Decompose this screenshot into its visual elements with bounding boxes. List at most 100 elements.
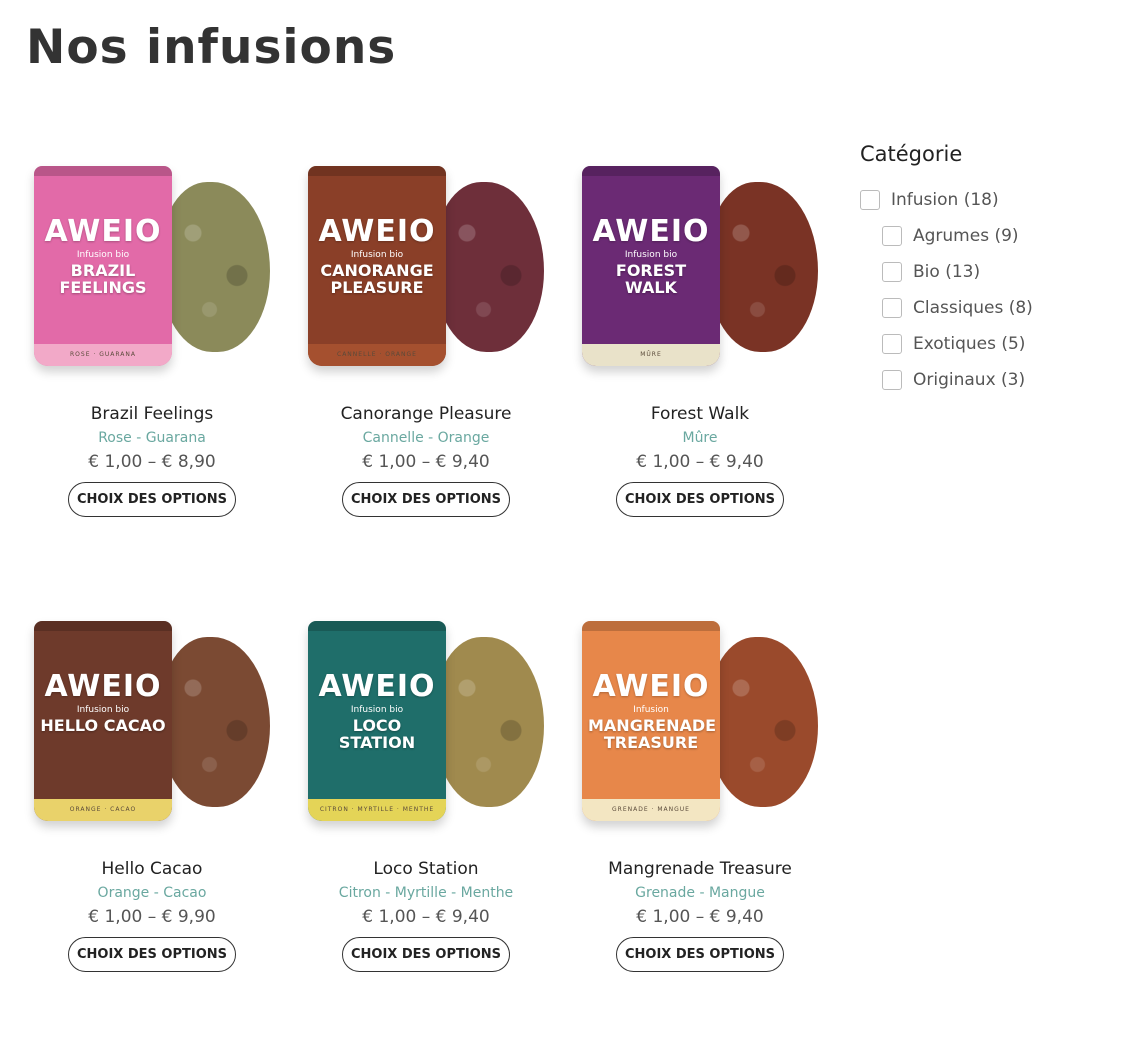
product-card[interactable]: AWEIO Infusion bio Hello CACAO ORANGE · … [22,621,282,972]
choose-options-button[interactable]: CHOIX DES OPTIONS [616,937,784,972]
pouch-seal [308,621,446,631]
pouch-band: GRENADE · MANGUE [582,799,720,821]
checkbox[interactable] [882,298,902,318]
product-pouch: AWEIO Infusion bio BRAZIL FEELINGS ROSE … [34,166,172,366]
pouch-brand: AWEIO [592,214,710,249]
product-pouch: AWEIO Infusion bio Hello CACAO ORANGE · … [34,621,172,821]
category-item-exotiques[interactable]: Exotiques (5) [860,326,1100,362]
pouch-seal [34,166,172,176]
pouch-subtitle: Infusion bio [350,705,404,715]
tea-leaves-image [160,182,270,352]
category-label[interactable]: Agrumes (9) [913,226,1019,246]
product-tags: Mûre [682,430,718,446]
pouch-label: LOCO STATION [338,716,416,752]
product-pouch: AWEIO Infusion bio FOREST WALK MÛRE [582,166,720,366]
product-name[interactable]: Brazil Feelings [22,404,282,424]
product-pouch: AWEIO Infusion bio LOCO STATION CITRON ·… [308,621,446,821]
pouch-brand: AWEIO [44,214,162,249]
choose-options-button[interactable]: CHOIX DES OPTIONS [68,482,236,517]
pouch-label: MANGRENADE TREASURE [588,716,717,752]
pouch-subtitle: Infusion bio [350,250,404,260]
pouch-brand: AWEIO [592,669,710,704]
category-filter: Catégorie Infusion (18) Agrumes (9) Bio … [860,142,1100,398]
product-pouch: AWEIO Infusion bio canorange PLEASURE CA… [308,166,446,366]
pouch-band: MÛRE [582,344,720,366]
category-label[interactable]: Infusion (18) [891,190,999,210]
category-label[interactable]: Bio (13) [913,262,980,282]
pouch-subtitle: Infusion bio [76,705,130,715]
pouch-band: CITRON · MYRTILLE · MENTHE [308,799,446,821]
product-name[interactable]: Loco Station [296,859,556,879]
checkbox[interactable] [882,226,902,246]
pouch-subtitle: Infusion bio [76,250,130,260]
tea-leaves-image [434,637,544,807]
product-price: € 1,00 – € 9,40 [362,452,490,472]
category-item-bio[interactable]: Bio (13) [860,254,1100,290]
pouch-label: FOREST WALK [615,261,687,297]
choose-options-button[interactable]: CHOIX DES OPTIONS [616,482,784,517]
pouch-seal [308,166,446,176]
product-price: € 1,00 – € 9,40 [636,452,764,472]
pouch-band: CANNELLE · ORANGE [308,344,446,366]
product-tags: Orange - Cacao [97,885,207,901]
product-tags: Cannelle - Orange [362,430,490,446]
category-item-originaux[interactable]: Originaux (3) [860,362,1100,398]
checkbox[interactable] [882,262,902,282]
pouch-brand: AWEIO [318,669,436,704]
pouch-brand: AWEIO [44,669,162,704]
product-image[interactable]: AWEIO Infusion bio BRAZIL FEELINGS ROSE … [34,166,270,382]
pouch-label: Hello CACAO [40,716,166,735]
pouch-brand: AWEIO [318,214,436,249]
product-name[interactable]: Mangrenade Treasure [570,859,830,879]
product-image[interactable]: AWEIO Infusion bio FOREST WALK MÛRE [582,166,818,382]
choose-options-button[interactable]: CHOIX DES OPTIONS [342,482,510,517]
category-list: Infusion (18) Agrumes (9) Bio (13) Class… [860,182,1100,398]
checkbox[interactable] [882,334,902,354]
category-item-agrumes[interactable]: Agrumes (9) [860,218,1100,254]
product-name[interactable]: Canorange Pleasure [296,404,556,424]
tea-leaves-image [708,637,818,807]
pouch-seal [34,621,172,631]
choose-options-button[interactable]: CHOIX DES OPTIONS [68,937,236,972]
tea-leaves-image [434,182,544,352]
pouch-band: ROSE · GUARANA [34,344,172,366]
pouch-label: BRAZIL FEELINGS [59,261,147,297]
product-price: € 1,00 – € 8,90 [88,452,216,472]
product-card[interactable]: AWEIO Infusion bio canorange PLEASURE CA… [296,166,556,517]
product-price: € 1,00 – € 9,90 [88,907,216,927]
page-title: Nos infusions [26,20,397,75]
product-price: € 1,00 – € 9,40 [636,907,764,927]
product-price: € 1,00 – € 9,40 [362,907,490,927]
product-image[interactable]: AWEIO Infusion bio Hello CACAO ORANGE · … [34,621,270,837]
category-item-infusion[interactable]: Infusion (18) [860,182,1100,218]
product-image[interactable]: AWEIO Infusion bio LOCO STATION CITRON ·… [308,621,544,837]
category-label[interactable]: Classiques (8) [913,298,1033,318]
product-card[interactable]: AWEIO Infusion bio BRAZIL FEELINGS ROSE … [22,166,282,517]
product-card[interactable]: AWEIO Infusion bio LOCO STATION CITRON ·… [296,621,556,972]
pouch-band: ORANGE · CACAO [34,799,172,821]
checkbox[interactable] [860,190,880,210]
product-name[interactable]: Hello Cacao [22,859,282,879]
category-label[interactable]: Exotiques (5) [913,334,1025,354]
product-card[interactable]: AWEIO Infusion MANGRENADE TREASURE GRENA… [570,621,830,972]
product-tags: Rose - Guarana [98,430,206,446]
tea-leaves-image [708,182,818,352]
product-image[interactable]: AWEIO Infusion MANGRENADE TREASURE GRENA… [582,621,818,837]
product-image[interactable]: AWEIO Infusion bio canorange PLEASURE CA… [308,166,544,382]
pouch-label: canorange PLEASURE [320,261,434,297]
product-tags: Grenade - Mangue [635,885,765,901]
checkbox[interactable] [882,370,902,390]
pouch-subtitle: Infusion [633,705,669,715]
choose-options-button[interactable]: CHOIX DES OPTIONS [342,937,510,972]
tea-leaves-image [160,637,270,807]
pouch-subtitle: Infusion bio [624,250,678,260]
product-pouch: AWEIO Infusion MANGRENADE TREASURE GRENA… [582,621,720,821]
product-tags: Citron - Myrtille - Menthe [338,885,514,901]
pouch-seal [582,166,720,176]
category-label[interactable]: Originaux (3) [913,370,1025,390]
category-filter-title: Catégorie [860,142,963,166]
pouch-seal [582,621,720,631]
category-item-classiques[interactable]: Classiques (8) [860,290,1100,326]
product-card[interactable]: AWEIO Infusion bio FOREST WALK MÛRE Fore… [570,166,830,517]
product-name[interactable]: Forest Walk [570,404,830,424]
